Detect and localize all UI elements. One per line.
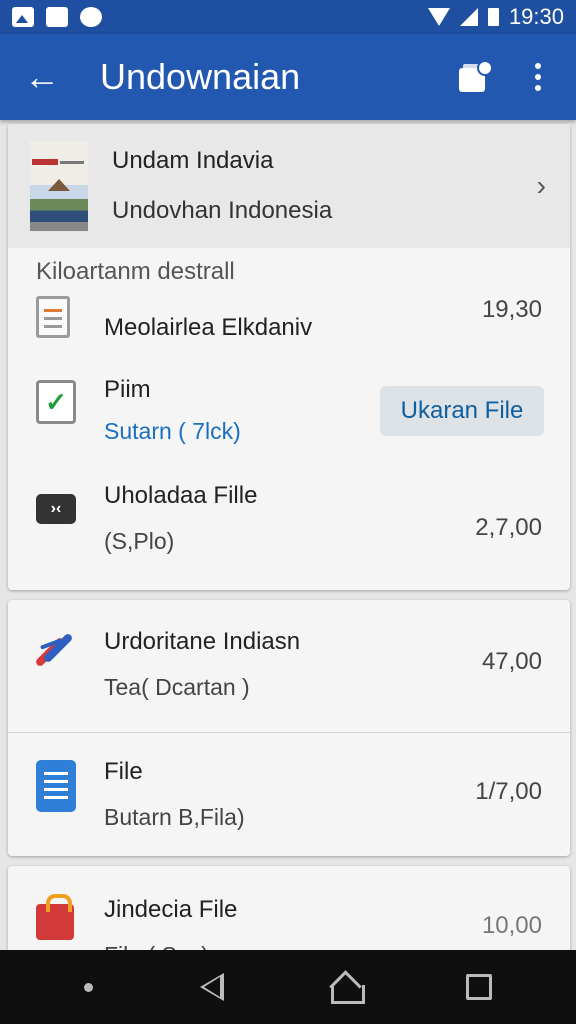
file-card: Undam Indavia Undovhan Indonesia › Kiloa… [8,124,570,590]
featured-item[interactable]: Undam Indavia Undovhan Indonesia › [8,124,570,248]
list-item-subtitle: Butarn B,Fila) [104,804,245,830]
more-vert-dot [535,74,541,80]
featured-title: Undam Indavia [112,147,274,174]
list-item[interactable]: ›‹ Uholadaa Fille (S,Plo) 2,7,00 [8,482,570,555]
app-icon [46,7,68,27]
list-item-title: File [104,758,143,785]
list-item[interactable]: Urdoritane Indiasn Tea( Dcartan ) 47,00 [8,628,570,701]
list-item-subtitle: Tea( Dcartan ) [104,674,250,700]
checkbox-icon: ✓ [36,380,76,424]
bag-icon [36,894,76,942]
open-file-button[interactable]: Ukaran File [380,386,544,436]
page-title: Undownaian [100,56,301,97]
section-header: Kiloartanm destrall [36,258,235,285]
navigation-bar [0,950,576,1024]
share-button[interactable] [450,52,500,102]
list-item-value: 1/7,00 [475,778,542,805]
list-item-value: 2,7,00 [475,514,542,541]
list-item-subtitle: Sutarn ( 7lck) [104,418,241,444]
content-area[interactable]: Undam Indavia Undovhan Indonesia › Kiloa… [0,120,576,950]
open-file-label: Ukaran File [400,397,524,424]
wifi-icon [427,8,450,26]
featured-thumbnail [30,141,88,231]
list-icon [36,760,76,812]
settings-icon [80,7,102,27]
featured-subtitle: Undovhan Indonesia [112,197,333,224]
more-vert-dot [535,85,541,91]
status-bar: 19:30 [0,0,576,34]
list-item-value: 19,30 [481,296,542,323]
image-icon [12,7,34,27]
list-item-value: 10,00 [481,912,542,939]
app-bar: ← Undownaian [0,34,576,120]
list-item-subtitle: (S,Plo) [104,528,175,554]
more-options-button[interactable] [518,52,558,102]
list-item[interactable]: Meolairlea Elkdaniv 19,30 [8,296,570,342]
divider [8,732,570,733]
brand-slash-icon [34,630,76,674]
battery-icon [487,8,499,26]
nav-recents-icon[interactable] [466,974,493,1000]
share-icon [459,60,493,92]
list-item-title: Jindecia File [104,896,238,923]
list-item[interactable]: Jindecia File File ( Sax) 10,00 [8,894,570,950]
list-item-title: Piim [104,376,151,403]
expand-icon: ›‹ [36,486,76,530]
list-item-value: 47,00 [481,648,542,675]
nav-dot-icon[interactable] [83,982,93,992]
nav-home-icon[interactable] [331,973,366,1004]
arrow-back-icon: ← [24,56,60,97]
file-card: Urdoritane Indiasn Tea( Dcartan ) 47,00 … [8,600,570,856]
more-vert-icon [535,63,541,69]
status-time: 19:30 [508,4,564,29]
list-item[interactable]: File Butarn B,Fila) 1/7,00 [8,758,570,831]
nav-back-icon[interactable] [199,973,224,1001]
chevron-right-icon: › [536,170,546,201]
list-item-title: Urdoritane Indiasn [104,628,301,655]
back-button[interactable]: ← [12,47,72,107]
signal-icon [459,8,478,26]
list-item-title: Meolairlea Elkdaniv [104,314,313,341]
list-item-subtitle: File ( Sax) [104,942,237,950]
document-icon [36,296,76,340]
list-item-title: Uholadaa Fille [104,482,258,509]
file-card: Jindecia File File ( Sax) 10,00 [8,866,570,950]
